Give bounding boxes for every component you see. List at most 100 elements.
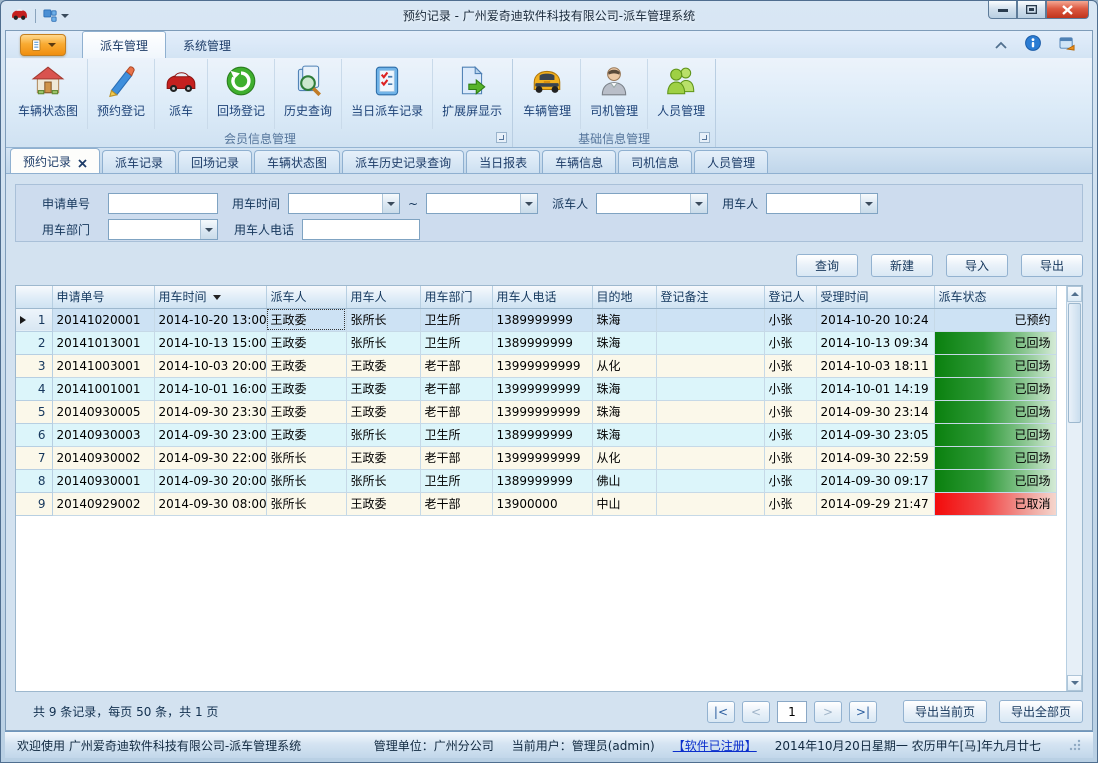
use-time-from-combo[interactable] <box>288 193 400 214</box>
cell-派车状态[interactable]: 已回场 <box>934 377 1056 400</box>
cell-目的地[interactable]: 珠海 <box>592 423 656 446</box>
cell-目的地[interactable]: 佛山 <box>592 469 656 492</box>
cell-用车部门[interactable]: 卫生所 <box>420 469 492 492</box>
car-user-combo[interactable] <box>766 193 878 214</box>
cell-派车人[interactable]: 王政委 <box>266 400 346 423</box>
row-indicator-cell[interactable]: 6 <box>16 423 52 446</box>
table-row[interactable]: 7201409300022014-09-30 22:00张所长王政委老干部139… <box>16 446 1056 469</box>
cell-受理时间[interactable]: 2014-10-13 09:34 <box>816 331 934 354</box>
new-button[interactable]: 新建 <box>871 254 933 277</box>
license-registered-link[interactable]: 【软件已注册】 <box>673 737 757 754</box>
close-tab-icon[interactable] <box>78 157 87 166</box>
application-menu-button[interactable] <box>20 34 66 56</box>
cell-用车时间[interactable]: 2014-10-20 13:00 <box>154 308 266 331</box>
column-header-用车人电话[interactable]: 用车人电话 <box>492 286 592 308</box>
dialog-launcher-icon[interactable] <box>699 132 710 143</box>
cell-受理时间[interactable]: 2014-09-30 23:14 <box>816 400 934 423</box>
ribbon-tab-dispatch[interactable]: 派车管理 <box>82 31 166 58</box>
cell-申请单号[interactable]: 20140930001 <box>52 469 154 492</box>
cell-用车部门[interactable]: 卫生所 <box>420 331 492 354</box>
cell-登记人[interactable]: 小张 <box>764 354 816 377</box>
cell-申请单号[interactable]: 20140930003 <box>52 423 154 446</box>
cell-登记备注[interactable] <box>656 400 764 423</box>
cell-登记人[interactable]: 小张 <box>764 331 816 354</box>
cell-登记人[interactable]: 小张 <box>764 423 816 446</box>
cell-申请单号[interactable]: 20141013001 <box>52 331 154 354</box>
cell-用车时间[interactable]: 2014-10-01 16:00 <box>154 377 266 400</box>
close-button[interactable] <box>1046 1 1089 19</box>
cell-用车人[interactable]: 王政委 <box>346 492 420 515</box>
doc-tab-当日报表[interactable]: 当日报表 <box>466 150 540 173</box>
cell-受理时间[interactable]: 2014-09-30 09:17 <box>816 469 934 492</box>
next-page-button[interactable]: > <box>814 701 842 723</box>
cell-用车人[interactable]: 王政委 <box>346 354 420 377</box>
cell-受理时间[interactable]: 2014-10-01 14:19 <box>816 377 934 400</box>
cell-用车人电话[interactable]: 13999999999 <box>492 354 592 377</box>
cell-登记备注[interactable] <box>656 423 764 446</box>
cell-登记人[interactable]: 小张 <box>764 492 816 515</box>
cell-用车人电话[interactable]: 13999999999 <box>492 400 592 423</box>
ribbon-button-people-manage[interactable]: 人员管理 <box>648 59 714 129</box>
cell-用车部门[interactable]: 老干部 <box>420 446 492 469</box>
cell-用车时间[interactable]: 2014-10-03 20:00 <box>154 354 266 377</box>
cell-派车状态[interactable]: 已预约 <box>934 308 1056 331</box>
ribbon-button-reservation-register[interactable]: 预约登记 <box>88 59 155 129</box>
column-header-派车状态[interactable]: 派车状态 <box>934 286 1056 308</box>
cell-登记备注[interactable] <box>656 354 764 377</box>
export-all-pages-button[interactable]: 导出全部页 <box>999 700 1083 723</box>
order-no-input[interactable] <box>108 193 218 214</box>
cell-派车人[interactable]: 张所长 <box>266 446 346 469</box>
cell-派车人[interactable]: 张所长 <box>266 492 346 515</box>
column-header-登记备注[interactable]: 登记备注 <box>656 286 764 308</box>
cell-派车人[interactable]: 王政委 <box>266 423 346 446</box>
cell-派车状态[interactable]: 已回场 <box>934 423 1056 446</box>
cell-派车人[interactable]: 王政委 <box>266 331 346 354</box>
cell-登记备注[interactable] <box>656 469 764 492</box>
cell-登记备注[interactable] <box>656 308 764 331</box>
prev-page-button[interactable]: < <box>742 701 770 723</box>
ribbon-button-dispatch-car[interactable]: 派车 <box>155 59 208 129</box>
cell-派车人[interactable]: 王政委 <box>266 377 346 400</box>
doc-tab-司机信息[interactable]: 司机信息 <box>618 150 692 173</box>
cell-申请单号[interactable]: 20141003001 <box>52 354 154 377</box>
doc-tab-车辆状态图[interactable]: 车辆状态图 <box>254 150 340 173</box>
first-page-button[interactable]: |< <box>707 701 735 723</box>
cell-目的地[interactable]: 从化 <box>592 354 656 377</box>
app-car-icon[interactable] <box>11 7 28 24</box>
cell-派车状态[interactable]: 已回场 <box>934 331 1056 354</box>
dialog-launcher-icon[interactable] <box>496 132 507 143</box>
column-header-登记人[interactable]: 登记人 <box>764 286 816 308</box>
cell-派车人[interactable]: 王政委 <box>266 354 346 377</box>
table-row[interactable]: 9201409290022014-09-30 08:00张所长王政委老干部139… <box>16 492 1056 515</box>
ribbon-button-driver-manage[interactable]: 司机管理 <box>581 59 648 129</box>
info-icon[interactable] <box>1025 35 1041 54</box>
ribbon-button-vehicle-manage[interactable]: 车辆管理 <box>514 59 581 129</box>
row-indicator-cell[interactable]: 3 <box>16 354 52 377</box>
table-row[interactable]: 6201409300032014-09-30 23:00王政委张所长卫生所138… <box>16 423 1056 446</box>
cell-用车人[interactable]: 王政委 <box>346 446 420 469</box>
cell-用车时间[interactable]: 2014-09-30 20:00 <box>154 469 266 492</box>
cell-用车时间[interactable]: 2014-10-13 15:00 <box>154 331 266 354</box>
cell-用车人电话[interactable]: 1389999999 <box>492 308 592 331</box>
export-current-page-button[interactable]: 导出当前页 <box>903 700 987 723</box>
cell-用车人电话[interactable]: 13999999999 <box>492 377 592 400</box>
dept-combo[interactable] <box>108 219 218 240</box>
import-button[interactable]: 导入 <box>946 254 1008 277</box>
table-row[interactable]: 1201410200012014-10-20 13:00王政委张所长卫生所138… <box>16 308 1056 331</box>
cell-申请单号[interactable]: 20140929002 <box>52 492 154 515</box>
table-row[interactable]: 8201409300012014-09-30 20:00张所长张所长卫生所138… <box>16 469 1056 492</box>
table-row[interactable]: 3201410030012014-10-03 20:00王政委王政委老干部139… <box>16 354 1056 377</box>
cell-派车状态[interactable]: 已回场 <box>934 400 1056 423</box>
chevron-down-icon[interactable] <box>690 194 707 213</box>
title-bar[interactable]: 预约记录 - 广州爱奇迪软件科技有限公司-派车管理系统 <box>1 1 1097 30</box>
cell-受理时间[interactable]: 2014-10-03 18:11 <box>816 354 934 377</box>
cell-登记人[interactable]: 小张 <box>764 377 816 400</box>
cell-登记备注[interactable] <box>656 446 764 469</box>
ribbon-button-history-search[interactable]: 历史查询 <box>275 59 342 129</box>
table-row[interactable]: 5201409300052014-09-30 23:30王政委王政委老干部139… <box>16 400 1056 423</box>
collapse-ribbon-icon[interactable] <box>995 38 1007 52</box>
cell-登记人[interactable]: 小张 <box>764 469 816 492</box>
scroll-up-icon[interactable] <box>1067 286 1082 302</box>
last-page-button[interactable]: >| <box>849 701 877 723</box>
row-indicator-cell[interactable]: 1 <box>16 308 52 331</box>
